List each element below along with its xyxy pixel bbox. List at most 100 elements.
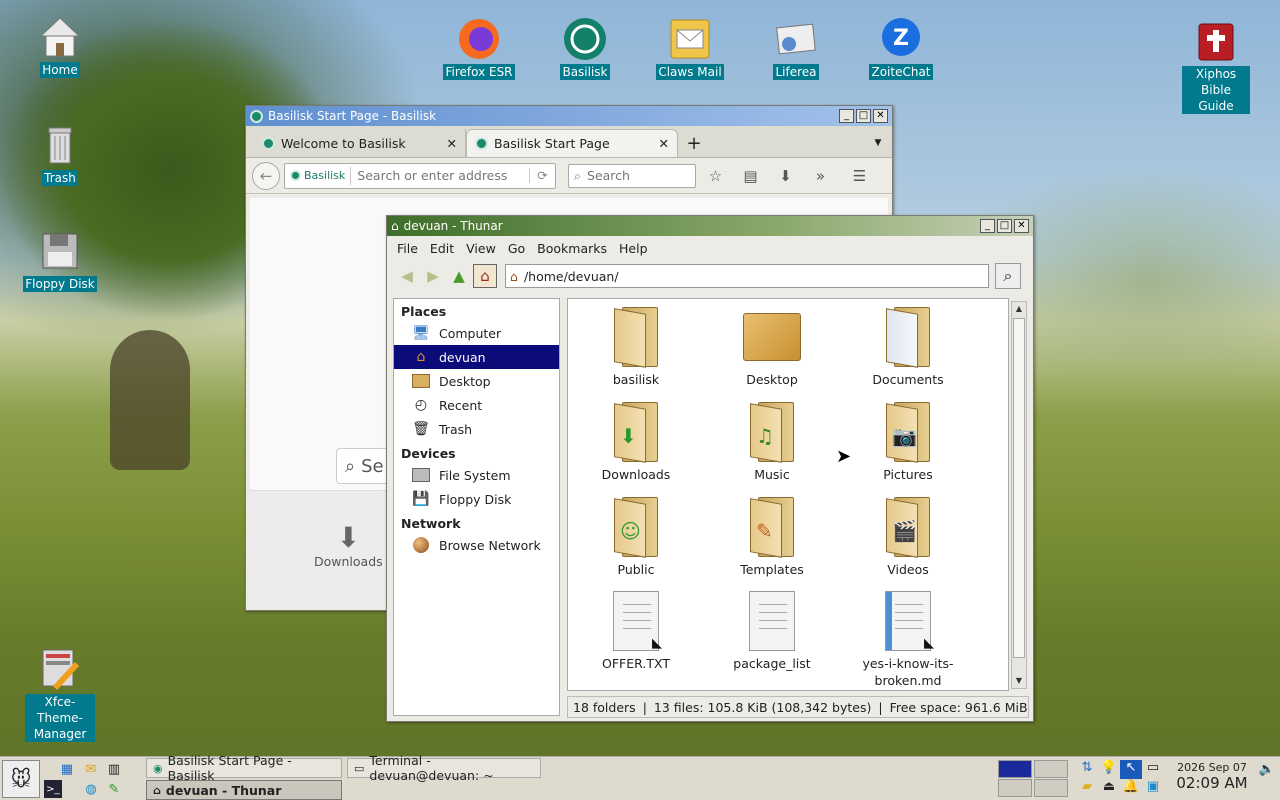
download-arrow-icon[interactable]: ⬇ bbox=[770, 167, 801, 185]
sidebar-item-browse-network[interactable]: Browse Network bbox=[394, 533, 559, 557]
desktop-icon-floppy[interactable]: Floppy Disk bbox=[20, 228, 100, 292]
menu-help[interactable]: Help bbox=[613, 241, 654, 256]
battery-icon[interactable]: ▭ bbox=[1142, 760, 1164, 779]
reader-list-icon[interactable]: ▤ bbox=[735, 167, 766, 185]
menu-edit[interactable]: Edit bbox=[424, 241, 460, 256]
sidebar-item-devuan[interactable]: ⌂ devuan bbox=[394, 345, 559, 369]
taskbar-button-terminal[interactable]: ▭ Terminal - devuan@devuan: ~ bbox=[347, 753, 541, 783]
file-item-music[interactable]: ♫ Music bbox=[712, 402, 832, 483]
file-item-videos[interactable]: 🎬 Videos bbox=[848, 497, 968, 578]
file-item-offer-txt[interactable]: ◣ OFFER.TXT bbox=[576, 591, 696, 672]
file-item-documents[interactable]: Documents bbox=[848, 307, 968, 388]
desktop-icon-xiphos[interactable]: Xiphos Bible Guide bbox=[1176, 18, 1256, 114]
workspace-2[interactable] bbox=[1034, 760, 1068, 778]
notes-icon[interactable]: ▰ bbox=[1076, 779, 1098, 798]
volume-speaker-icon[interactable]: 🔈 bbox=[1258, 760, 1276, 778]
workspace-1[interactable] bbox=[998, 760, 1032, 778]
menu-file[interactable]: File bbox=[391, 241, 424, 256]
basilisk-titlebar[interactable]: Basilisk Start Page - Basilisk _ □ ✕ bbox=[246, 106, 892, 126]
close-tab-icon[interactable]: ✕ bbox=[447, 136, 457, 151]
url-input[interactable]: Search or enter address bbox=[351, 168, 529, 183]
hamburger-menu-icon[interactable]: ☰ bbox=[844, 167, 875, 185]
file-item-templates[interactable]: ✎ Templates bbox=[712, 497, 832, 578]
notification-bell-icon[interactable]: 🔔 bbox=[1120, 779, 1142, 798]
file-icon-view[interactable]: basilisk Desktop Documents ⬇ Downloads ♫… bbox=[567, 298, 1009, 691]
scrollbar-thumb[interactable] bbox=[1013, 318, 1025, 658]
desktop-icon-claws-mail[interactable]: Claws Mail bbox=[650, 16, 730, 80]
file-item-downloads[interactable]: ⬇ Downloads bbox=[576, 402, 696, 483]
sidebar-item-file-system[interactable]: File System bbox=[394, 463, 559, 487]
calculator-launcher-icon[interactable]: ▥ bbox=[105, 760, 123, 778]
updates-bulb-icon[interactable]: 💡 bbox=[1098, 760, 1120, 779]
maximize-button[interactable]: □ bbox=[856, 109, 871, 123]
workspace-3[interactable] bbox=[998, 779, 1032, 797]
web-browser-launcher-icon[interactable]: ◍ bbox=[82, 780, 100, 798]
minimize-button[interactable]: _ bbox=[980, 219, 995, 233]
file-item-pictures[interactable]: 📷 Pictures bbox=[848, 402, 968, 483]
network-arrows-icon[interactable]: ⇅ bbox=[1076, 760, 1098, 779]
menu-go[interactable]: Go bbox=[502, 241, 531, 256]
sidebar-item-trash[interactable]: 🗑 Trash bbox=[394, 417, 559, 441]
close-button[interactable]: ✕ bbox=[1014, 219, 1029, 233]
tab-start-page[interactable]: Basilisk Start Page ✕ bbox=[466, 129, 678, 157]
close-button[interactable]: ✕ bbox=[873, 109, 888, 123]
back-arrow-icon[interactable]: ◀ bbox=[395, 264, 419, 288]
workspace-4[interactable] bbox=[1034, 779, 1068, 797]
bookmark-star-icon[interactable]: ☆ bbox=[700, 167, 731, 185]
taskbar-button-thunar[interactable]: ⌂ devuan - Thunar bbox=[146, 780, 342, 800]
applications-menu-button[interactable]: 🐭 bbox=[2, 760, 40, 798]
home-icon[interactable]: ⌂ bbox=[473, 264, 497, 288]
up-arrow-icon[interactable]: ▲ bbox=[447, 264, 471, 288]
desktop-icon-home[interactable]: Home bbox=[20, 14, 100, 78]
sidebar-item-computer[interactable]: 🖥 Computer bbox=[394, 321, 559, 345]
tab-welcome[interactable]: Welcome to Basilisk ✕ bbox=[254, 129, 466, 157]
terminal-launcher-icon[interactable]: >_ bbox=[44, 780, 62, 798]
scroll-up-arrow-icon[interactable]: ▲ bbox=[1012, 302, 1026, 316]
pointer-icon[interactable]: ↖ bbox=[1120, 760, 1142, 779]
thunar-titlebar[interactable]: ⌂ devuan - Thunar _ □ ✕ bbox=[387, 216, 1033, 236]
minimize-button[interactable]: _ bbox=[839, 109, 854, 123]
tab-list-chevron-down-icon[interactable]: ▼ bbox=[864, 129, 892, 157]
search-input[interactable]: ⌕ Search bbox=[568, 163, 696, 188]
downloads-tile[interactable]: ⬇ Downloads bbox=[314, 521, 383, 569]
file-name: Documents bbox=[872, 372, 944, 387]
identity-box[interactable]: Basilisk bbox=[285, 166, 352, 185]
new-tab-plus-icon[interactable]: + bbox=[678, 129, 710, 157]
desktop-icon-theme-manager[interactable]: Xfce-Theme-Manager bbox=[20, 646, 100, 742]
mail-launcher-icon[interactable]: ✉ bbox=[82, 760, 100, 778]
taskbar-button-basilisk[interactable]: ◉ Basilisk Start Page - Basilisk bbox=[146, 753, 342, 783]
file-item-markdown[interactable]: ◣ yes-i-know-its-broken.md bbox=[848, 591, 968, 689]
reload-icon[interactable]: ⟳ bbox=[529, 168, 555, 183]
url-bar[interactable]: Basilisk Search or enter address ⟳ bbox=[284, 162, 556, 189]
location-path-input[interactable]: ⌂ /home/devuan/ bbox=[505, 264, 989, 288]
overflow-chevron-icon[interactable]: » bbox=[805, 167, 836, 185]
desktop-icon-basilisk[interactable]: Basilisk bbox=[545, 16, 625, 80]
eject-icon[interactable]: ⏏ bbox=[1098, 779, 1120, 798]
sidebar-item-recent[interactable]: ◴ Recent bbox=[394, 393, 559, 417]
scroll-down-arrow-icon[interactable]: ▼ bbox=[1012, 674, 1026, 688]
thunar-window[interactable]: ⌂ devuan - Thunar _ □ ✕ File Edit View G… bbox=[386, 215, 1034, 722]
file-manager-launcher-icon[interactable]: ▦ bbox=[58, 760, 76, 778]
close-tab-icon[interactable]: ✕ bbox=[659, 136, 669, 151]
menu-bookmarks[interactable]: Bookmarks bbox=[531, 241, 613, 256]
desktop-icon-liferea[interactable]: Liferea bbox=[756, 16, 836, 80]
desktop-icon-zoitechat[interactable]: Z ZoiteChat bbox=[861, 16, 941, 80]
file-item-public[interactable]: ☺ Public bbox=[576, 497, 696, 578]
file-item-package-list[interactable]: package_list bbox=[712, 591, 832, 672]
clock[interactable]: 2026 Sep 07 02:09 AM bbox=[1170, 761, 1254, 792]
forward-arrow-icon[interactable]: ▶ bbox=[421, 264, 445, 288]
search-button[interactable]: ⌕ bbox=[995, 263, 1021, 289]
file-item-basilisk[interactable]: basilisk bbox=[576, 307, 696, 388]
text-editor-launcher-icon[interactable]: ✎ bbox=[105, 780, 123, 798]
workspace-pager[interactable] bbox=[998, 760, 1070, 798]
vertical-scrollbar[interactable]: ▲ ▼ bbox=[1011, 301, 1027, 689]
desktop-icon-trash[interactable]: Trash bbox=[20, 122, 100, 186]
menu-view[interactable]: View bbox=[460, 241, 502, 256]
desktop-icon-firefox[interactable]: Firefox ESR bbox=[439, 16, 519, 80]
maximize-button[interactable]: □ bbox=[997, 219, 1012, 233]
sidebar-item-desktop[interactable]: Desktop bbox=[394, 369, 559, 393]
sidebar-item-floppy-disk[interactable]: 💾 Floppy Disk bbox=[394, 487, 559, 511]
file-item-desktop[interactable]: Desktop bbox=[712, 307, 832, 388]
back-arrow-icon[interactable]: ← bbox=[252, 161, 280, 190]
show-desktop-icon[interactable]: ▣ bbox=[1142, 779, 1164, 798]
